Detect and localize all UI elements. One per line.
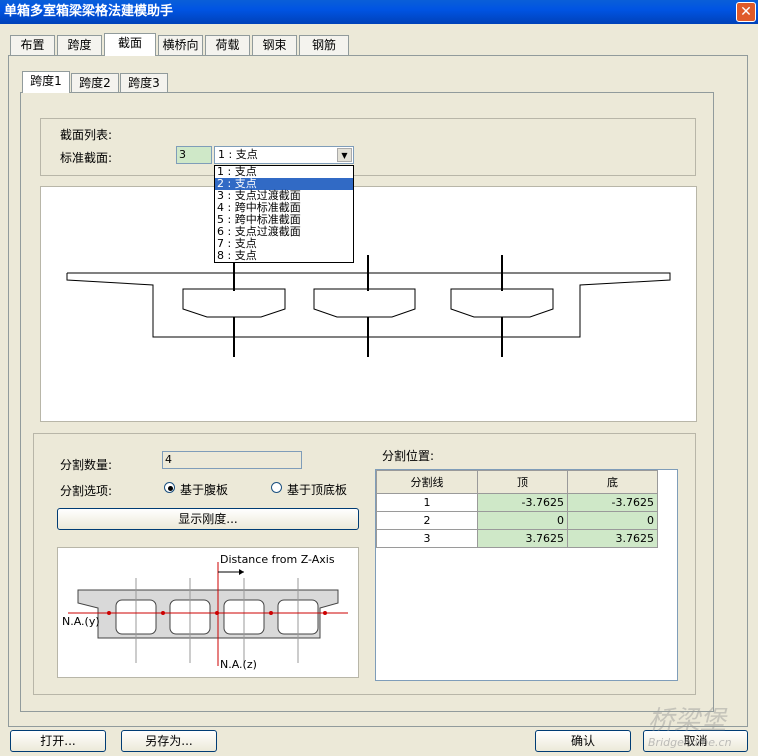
chevron-down-icon[interactable]: ▼ <box>337 148 352 162</box>
section-combo[interactable]: 1 : 支点 ▼ <box>214 146 354 164</box>
cell-top[interactable]: 3.7625 <box>477 529 568 548</box>
split-position-label: 分割位置: <box>382 449 435 463</box>
tab-section[interactable]: 截面 <box>104 33 156 56</box>
cell-top[interactable]: 0 <box>477 511 568 530</box>
table-row: 1 -3.7625 -3.7625 <box>376 493 658 512</box>
col-header-bottom: 底 <box>567 470 658 494</box>
table-row: 3 3.7625 3.7625 <box>376 529 658 548</box>
split-position-table[interactable]: 分割线 顶 底 1 -3.7625 -3.7625 2 0 0 3 3.7625… <box>375 469 678 681</box>
tab-transverse[interactable]: 横桥向 <box>158 35 203 55</box>
section-combo-value: 1 : 支点 <box>218 148 258 161</box>
section-list-title: 截面列表: <box>60 128 113 142</box>
split-count-label: 分割数量: <box>60 458 113 472</box>
save-as-button[interactable]: 另存为... <box>121 730 217 752</box>
col-header-line: 分割线 <box>376 470 478 494</box>
section-list-group <box>40 118 696 176</box>
split-option-label: 分割选项: <box>60 484 113 498</box>
radio-bottom-slab-label: 基于顶底板 <box>287 483 348 497</box>
radio-web-label: 基于腹板 <box>180 483 229 497</box>
subtab-span1[interactable]: 跨度1 <box>22 71 70 93</box>
watermark-logo: 桥梁堡 <box>648 706 727 736</box>
split-diagram: Distance from Z-Axis N.A.(y) N.A.(z) <box>57 547 359 678</box>
ok-button[interactable]: 确认 <box>535 730 631 752</box>
watermark-url: Bridgehome.cn <box>648 736 732 749</box>
box-girder-section-drawing <box>66 255 671 357</box>
radio-bottom-slab[interactable] <box>271 482 282 493</box>
section-dropdown[interactable]: 1 : 支点 2 : 支点 3 : 支点过渡截面 4 : 跨中标准截面 5 : … <box>214 165 354 263</box>
section-preview <box>40 186 697 422</box>
cell-line: 3 <box>376 529 478 548</box>
distance-label: Distance from Z-Axis <box>220 553 335 566</box>
tab-rebar[interactable]: 钢筋 <box>299 35 349 55</box>
show-stiffness-button[interactable]: 显示刚度... <box>57 508 359 530</box>
col-header-top: 顶 <box>477 470 568 494</box>
cell-bottom[interactable]: 3.7625 <box>567 529 658 548</box>
tab-load[interactable]: 荷载 <box>205 35 250 55</box>
tab-layout[interactable]: 布置 <box>10 35 55 55</box>
cell-line: 2 <box>376 511 478 530</box>
standard-section-field[interactable]: 3 <box>176 146 212 164</box>
tab-tendon[interactable]: 钢束 <box>252 35 297 55</box>
split-count-field[interactable]: 4 <box>162 451 302 469</box>
tab-span[interactable]: 跨度 <box>57 35 102 55</box>
cell-bottom[interactable]: -3.7625 <box>567 493 658 512</box>
na-y-label: N.A.(y) <box>62 615 100 628</box>
subtab-span2[interactable]: 跨度2 <box>71 73 119 92</box>
close-button[interactable]: ✕ <box>736 2 756 22</box>
title-bar: 单箱多室箱梁梁格法建模助手 <box>0 0 758 24</box>
cell-top[interactable]: -3.7625 <box>477 493 568 512</box>
table-row: 2 0 0 <box>376 511 658 530</box>
subtab-span3[interactable]: 跨度3 <box>120 73 168 92</box>
na-z-label: N.A.(z) <box>220 658 257 671</box>
standard-section-label: 标准截面: <box>60 151 113 165</box>
open-button[interactable]: 打开... <box>10 730 106 752</box>
na-diagram-drawing <box>68 562 348 666</box>
dropdown-item[interactable]: 8 : 支点 <box>215 250 353 262</box>
cell-bottom[interactable]: 0 <box>567 511 658 530</box>
radio-web[interactable] <box>164 482 175 493</box>
cell-line: 1 <box>376 493 478 512</box>
window-title: 单箱多室箱梁梁格法建模助手 <box>4 4 174 19</box>
